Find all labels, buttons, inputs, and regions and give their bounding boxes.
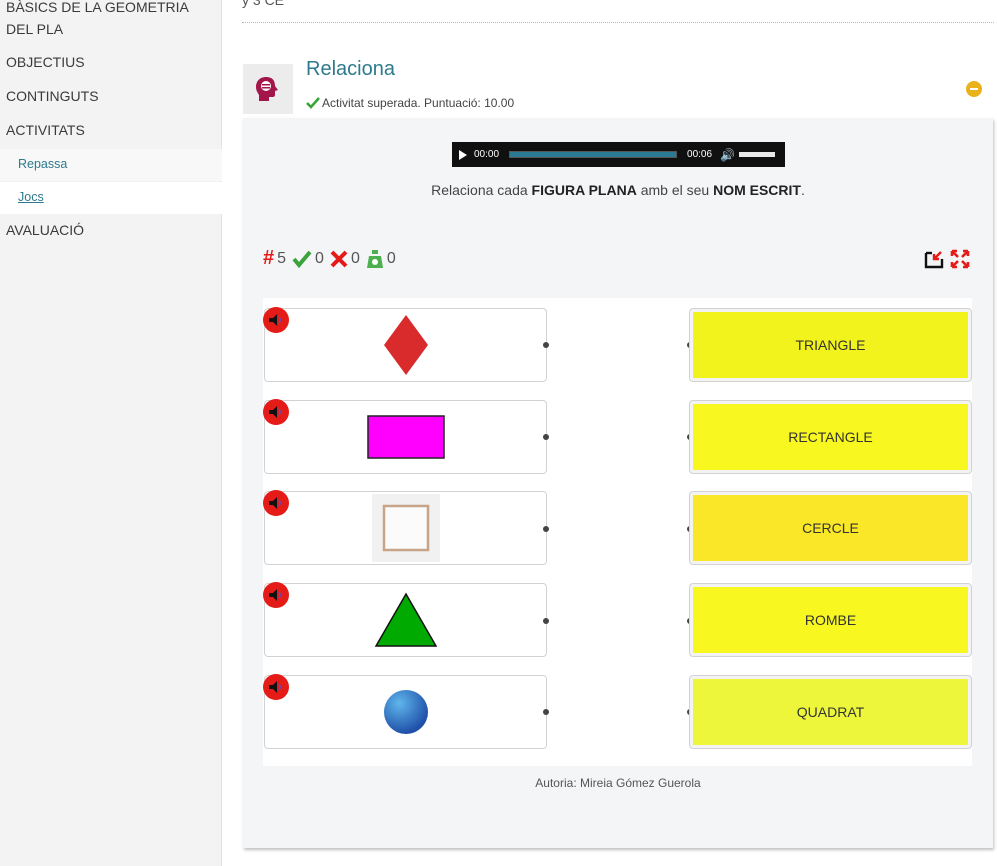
square-shape (371, 494, 440, 562)
sidebar: BÀSICS DE LA GEOMETRIA DEL PLA OBJECTIUS… (0, 0, 222, 866)
hash-icon: # (263, 247, 275, 269)
right-card-label: QUADRAT (693, 679, 968, 745)
activity-type-icon (243, 64, 293, 114)
left-card-rectangle[interactable] (263, 399, 547, 474)
speaker-glyph (269, 406, 281, 418)
left-card-diamond[interactable] (263, 307, 547, 382)
speaker-glyph (269, 314, 281, 326)
diamond-shape (383, 315, 428, 375)
left-card-triangle[interactable] (263, 582, 547, 657)
score-correct: 0 (315, 249, 324, 267)
audio-player[interactable]: 00:00 00:06 🔊 (452, 142, 785, 167)
previous-content-fragment: y 3 CE (242, 0, 285, 8)
triangle-shape (374, 592, 437, 647)
sidebar-subitem-repassa[interactable]: Repassa (0, 149, 222, 181)
minus-icon (970, 88, 978, 90)
speaker-glyph (269, 497, 281, 509)
connector-dot-left[interactable] (543, 526, 549, 532)
speaker-icon[interactable] (263, 399, 289, 425)
volume-slider[interactable] (739, 152, 776, 157)
instruction-part: Relaciona cada (431, 182, 532, 198)
circle-shape (383, 690, 428, 734)
sidebar-item-objectius[interactable]: OBJECTIUS (0, 52, 91, 72)
right-card-label: ROMBE (693, 587, 968, 653)
play-icon[interactable] (459, 149, 467, 160)
sidebar-subitem-label: Repassa (18, 157, 68, 171)
left-card-circle[interactable] (263, 674, 547, 749)
game-toolbar (924, 249, 970, 269)
right-card-triangle[interactable]: TRIANGLE (689, 308, 972, 382)
right-card-cercle[interactable]: CERCLE (689, 491, 972, 565)
minimize-icon[interactable] (924, 249, 944, 269)
weight-icon (366, 249, 383, 268)
audio-duration: 00:06 (687, 149, 713, 160)
speaker-icon[interactable] (263, 307, 289, 333)
rectangle-shape (366, 415, 445, 459)
instruction-bold: FIGURA PLANA (531, 182, 637, 198)
score-bar: # 5 0 0 0 (263, 247, 402, 270)
check-icon (292, 250, 312, 268)
sidebar-item-activitats[interactable]: ACTIVITATS (0, 120, 91, 140)
audio-progress-bar[interactable] (509, 151, 678, 158)
activity-status: Activitat superada. Puntuació: 10.00 (306, 96, 514, 110)
instruction-part: amb el seu (636, 182, 714, 198)
right-card-label: RECTANGLE (693, 404, 968, 470)
head-gears-icon (256, 77, 278, 101)
fullscreen-icon[interactable] (950, 249, 970, 269)
sidebar-subitem-jocs[interactable]: Jocs (0, 182, 222, 214)
sidebar-title[interactable]: BÀSICS DE LA GEOMETRIA DEL PLA (0, 0, 200, 40)
speaker-icon[interactable] (263, 582, 289, 608)
speaker-glyph (269, 589, 281, 601)
collapse-button[interactable] (966, 81, 982, 97)
connector-dot-left[interactable] (543, 342, 549, 348)
connector-dot-left[interactable] (543, 709, 549, 715)
connector-dot-left[interactable] (543, 434, 549, 440)
check-icon (306, 97, 320, 109)
audio-current-time: 00:00 (474, 149, 500, 160)
speaker-icon[interactable] (263, 674, 289, 700)
activity-status-text: Activitat superada. Puntuació: 10.00 (322, 96, 515, 110)
left-card-square[interactable] (263, 490, 547, 565)
score-attempts: 0 (386, 249, 396, 267)
sidebar-item-avaluacio[interactable]: AVALUACIÓ (0, 220, 90, 240)
score-total: 5 (277, 249, 287, 267)
right-card-label: CERCLE (693, 495, 968, 561)
speaker-icon[interactable] (263, 490, 289, 516)
score-errors: 0 (350, 249, 360, 267)
sidebar-item-continguts[interactable]: CONTINGUTS (0, 86, 105, 106)
speaker-glyph (269, 681, 281, 693)
sidebar-subitem-label: Jocs (18, 190, 44, 204)
connector-dot-left[interactable] (543, 618, 549, 624)
volume-icon[interactable]: 🔊 (720, 148, 735, 162)
instruction-text: Relaciona cada FIGURA PLANA amb el seu N… (243, 182, 993, 198)
activity-title[interactable]: Relaciona (306, 58, 395, 81)
right-card-label: TRIANGLE (693, 312, 968, 378)
cross-icon (330, 250, 348, 267)
right-card-rombe[interactable]: ROMBE (689, 583, 972, 657)
author-credit: Autoria: Mireia Gómez Guerola (535, 776, 701, 790)
instruction-bold: NOM ESCRIT (713, 182, 801, 198)
instruction-part: . (800, 182, 805, 198)
divider (242, 22, 994, 23)
right-card-rectangle[interactable]: RECTANGLE (689, 400, 972, 474)
right-card-quadrat[interactable]: QUADRAT (689, 675, 972, 749)
